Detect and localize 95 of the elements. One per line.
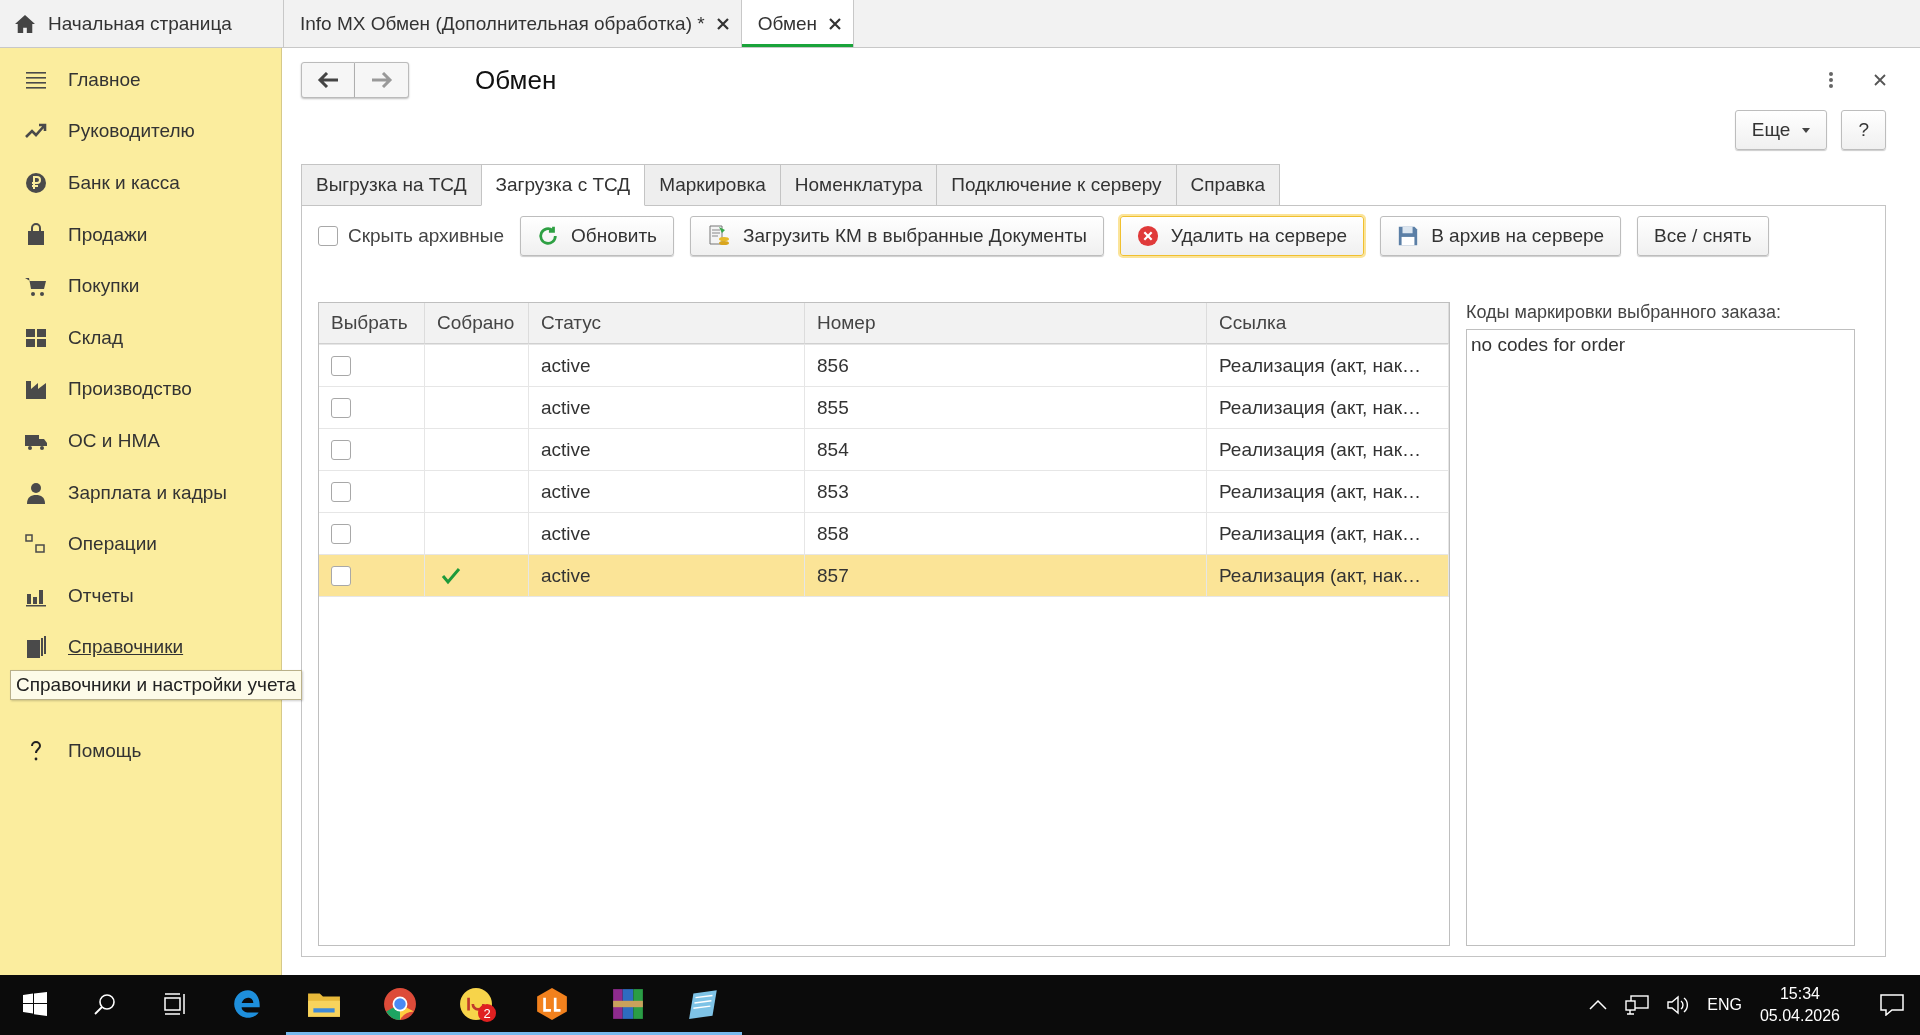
column-header[interactable]: Статус [529, 303, 805, 344]
sidebar-item[interactable]: ОС и НМА [68, 429, 160, 452]
table-cell: Реализация (акт, нак… [1219, 396, 1421, 419]
close-icon[interactable] [829, 17, 842, 30]
codes-field[interactable]: no codes for order [1466, 329, 1855, 946]
search-icon[interactable] [94, 992, 116, 1015]
close-icon[interactable] [1874, 74, 1886, 86]
sidebar-item[interactable]: Покупки [68, 275, 140, 298]
back-button[interactable] [301, 62, 355, 98]
table-cell: 857 [817, 564, 849, 587]
kebab-menu-icon[interactable] [1828, 71, 1834, 89]
table-cell: Реализация (акт, нак… [1219, 354, 1421, 377]
sidebar-item[interactable]: Банк и касса [68, 172, 180, 194]
table-cell: Реализация (акт, нак… [1219, 564, 1421, 587]
sidebar-item[interactable]: Помощь [68, 739, 142, 762]
column-header[interactable]: Собрано [425, 303, 529, 344]
codes-label: Коды маркировки выбранного заказа: [1466, 302, 1782, 323]
table-cell: Реализация (акт, нак… [1219, 480, 1421, 503]
checkbox[interactable] [331, 481, 351, 502]
notification-badge: 2 [478, 1004, 496, 1022]
table-cell: active [541, 438, 591, 461]
checkbox[interactable] [331, 565, 351, 586]
sidebar-item[interactable]: Производство [68, 378, 192, 401]
form-title: Обмен [475, 64, 558, 96]
column-header[interactable]: Выбрать [319, 303, 425, 344]
person-icon [24, 480, 48, 505]
table-cell: 854 [817, 438, 849, 461]
notification-icon[interactable] [1880, 994, 1904, 1016]
tooltip: Справочники и настройки учета [10, 670, 302, 700]
table-cell: active [541, 354, 591, 377]
form-tab[interactable]: Загрузка с ТСД [480, 164, 646, 206]
table-row[interactable]: active 856 Реализация (акт, нак… [319, 345, 1449, 387]
form-tab[interactable]: Номенклатура [779, 164, 938, 205]
network-icon[interactable] [1625, 995, 1650, 1015]
home-icon [14, 13, 36, 34]
table-cell: 858 [817, 522, 849, 545]
speaker-icon[interactable] [1667, 995, 1690, 1015]
sidebar-item[interactable]: Главное [68, 68, 141, 91]
toolbar-button[interactable]: Загрузить КМ в выбранные Документы [690, 216, 1104, 256]
table-cell: Реализация (акт, нак… [1219, 522, 1421, 545]
checkbox[interactable] [331, 439, 351, 460]
table-row[interactable]: active 858 Реализация (акт, нак… [319, 513, 1449, 555]
form-tab[interactable]: Подключение к серверу [936, 164, 1177, 205]
ruble-icon [24, 171, 48, 195]
table-cell: active [541, 480, 591, 503]
chevron-up-icon[interactable] [1589, 1000, 1608, 1010]
language-indicator[interactable]: ENG [1707, 996, 1742, 1014]
table-cell: active [541, 396, 591, 419]
refresh-icon [537, 225, 559, 247]
sidebar-item[interactable]: Продажи [68, 223, 148, 246]
back-arrow-icon [317, 72, 339, 88]
column-header[interactable]: Ссылка [1207, 303, 1449, 344]
window-tab[interactable]: Обмен [741, 0, 855, 47]
table-cell: 856 [817, 354, 849, 377]
table-cell: 853 [817, 480, 849, 503]
sidebar-item[interactable]: Справочники [68, 636, 184, 659]
table-cell: active [541, 564, 591, 587]
form-tab[interactable]: Маркировка [644, 164, 781, 205]
checkbox[interactable] [331, 355, 351, 376]
table-cell: 855 [817, 396, 849, 419]
delete-icon [1136, 225, 1159, 247]
checkbox[interactable] [331, 523, 351, 544]
column-header[interactable]: Номер [805, 303, 1207, 344]
toolbar-button[interactable]: Удалить на сервере [1119, 216, 1365, 256]
form-tab[interactable]: Выгрузка на ТСД [301, 164, 482, 205]
table-cell: active [541, 522, 591, 545]
form-tab[interactable]: Справка [1175, 164, 1281, 205]
sidebar-item[interactable]: Склад [68, 326, 123, 349]
table-row[interactable]: active 854 Реализация (акт, нак… [319, 429, 1449, 471]
close-icon[interactable] [716, 17, 729, 30]
task-view-icon[interactable] [163, 992, 187, 1015]
clock[interactable]: 15:34 05.04.2026 [1759, 983, 1840, 1027]
archive-icon [611, 986, 645, 1021]
sidebar-item[interactable]: Отчеты [68, 584, 134, 607]
toolbar-button[interactable]: Все / снять [1637, 216, 1769, 256]
table-row[interactable]: active 855 Реализация (акт, нак… [319, 387, 1449, 429]
document-coins-icon [707, 224, 731, 248]
table-row[interactable]: active 857 Реализация (акт, нак… [319, 555, 1449, 597]
windows-start-icon[interactable] [23, 991, 47, 1016]
app-icon [535, 986, 569, 1021]
books-icon [24, 635, 48, 660]
more-button[interactable]: Еще [1734, 110, 1828, 150]
forward-arrow-icon [370, 72, 393, 88]
table-row[interactable]: active 853 Реализация (акт, нак… [319, 471, 1449, 513]
sidebar-item[interactable]: Руководителю [68, 120, 195, 143]
checkbox[interactable] [318, 226, 338, 246]
toolbar-button[interactable]: В архив на сервере [1380, 216, 1622, 256]
caret-icon [1802, 127, 1811, 133]
checkbox-label: Скрыть архивные [348, 225, 504, 247]
toolbar-button[interactable]: Обновить [520, 216, 674, 256]
sidebar-item[interactable]: Операции [68, 533, 157, 556]
sidebar-item[interactable]: Зарплата и кадры [68, 481, 227, 504]
table-cell: Реализация (акт, нак… [1219, 438, 1421, 461]
help-button[interactable]: ? [1841, 110, 1886, 150]
checkbox[interactable] [331, 397, 351, 418]
